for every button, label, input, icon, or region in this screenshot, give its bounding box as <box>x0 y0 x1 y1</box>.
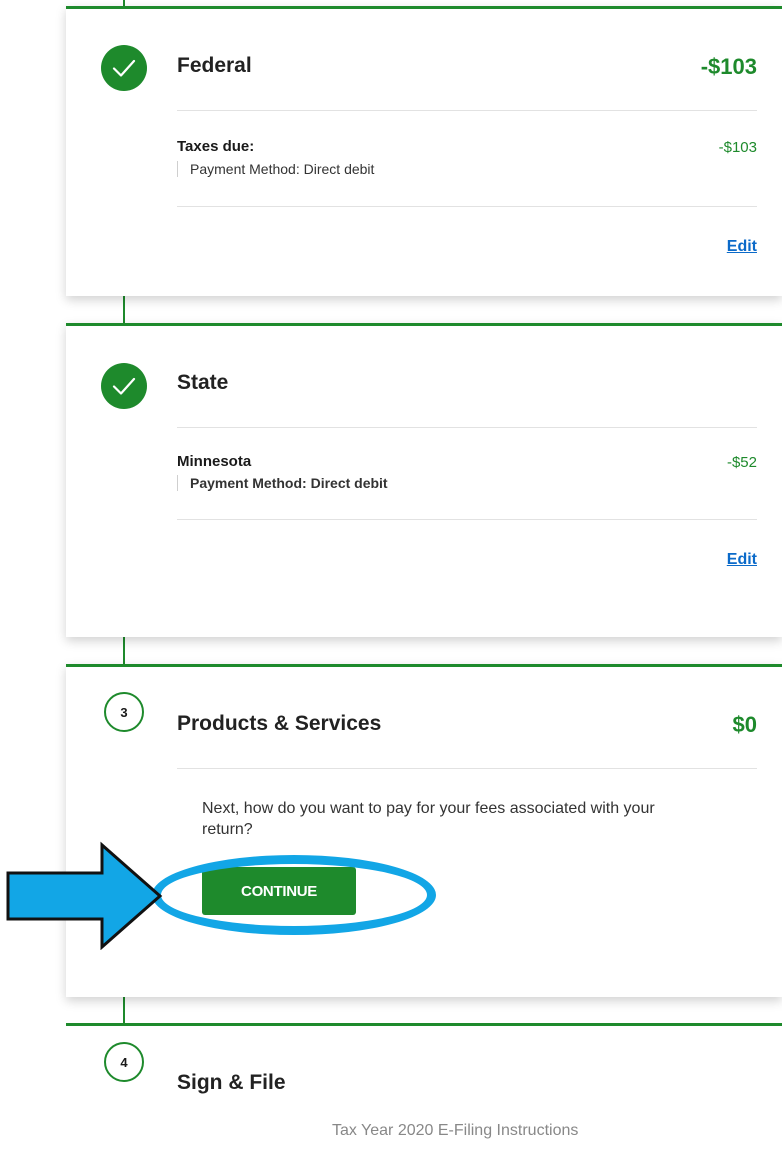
payment-method-value: Direct debit <box>310 475 388 491</box>
step-number-3: 3 <box>104 692 144 732</box>
divider <box>177 427 757 428</box>
payment-method: Payment Method: Direct debit <box>177 161 374 177</box>
divider <box>177 206 757 207</box>
step-number-4: 4 <box>104 1042 144 1082</box>
arrow-annotation <box>6 841 163 950</box>
card-amount: -$103 <box>700 54 757 79</box>
card-title: State <box>177 371 229 394</box>
divider <box>177 768 757 769</box>
state-amount: -$52 <box>726 454 757 471</box>
taxes-due-amount: -$103 <box>718 139 757 156</box>
federal-card: Federal -$103 Taxes due: Payment Method:… <box>66 6 782 296</box>
efiling-instructions-heading: Tax Year 2020 E-Filing Instructions <box>332 1122 579 1139</box>
payment-method-value: Direct debit <box>303 161 375 177</box>
edit-link[interactable]: Edit <box>727 238 757 256</box>
fees-question: Next, how do you want to pay for your fe… <box>202 800 655 838</box>
divider <box>177 110 757 111</box>
checkmark-glyph <box>112 59 136 77</box>
checkmark-glyph <box>112 377 136 395</box>
card-title: Federal <box>177 54 252 77</box>
payment-method: Payment Method: Direct debit <box>177 475 388 491</box>
state-name-label: Minnesota <box>177 453 252 470</box>
payment-method-label: Payment Method: <box>190 161 300 177</box>
card-title: Products & Services <box>177 712 382 735</box>
checkmark-icon <box>101 363 147 409</box>
card-amount: $0 <box>732 712 757 737</box>
divider <box>177 519 757 520</box>
state-card: State Minnesota Payment Method: Direct d… <box>66 323 782 637</box>
checkmark-icon <box>101 45 147 91</box>
edit-link[interactable]: Edit <box>727 551 757 569</box>
taxes-due-label: Taxes due: <box>177 138 255 155</box>
card-title: Sign & File <box>177 1071 286 1094</box>
continue-button[interactable]: CONTINUE <box>202 867 356 915</box>
payment-method-label: Payment Method: <box>190 475 307 491</box>
